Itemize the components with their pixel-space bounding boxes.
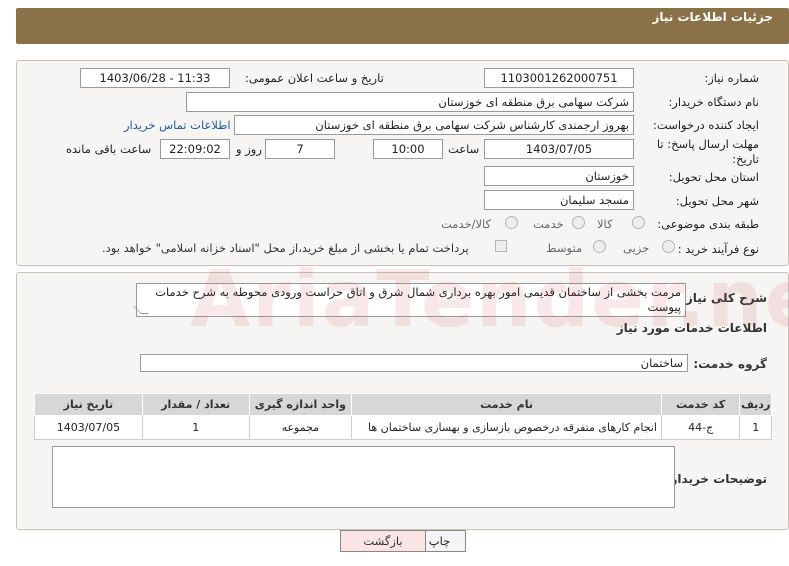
province-field[interactable]: خوزستان [484, 166, 634, 186]
need-number-label: شماره نیاز: [704, 71, 759, 85]
city-field[interactable]: مسجد سلیمان [484, 190, 634, 210]
category-radio-goods-service[interactable] [505, 216, 518, 229]
creator-label: ایجاد کننده درخواست: [653, 118, 759, 132]
cell-service-name: انجام کارهای متفرقه درخصوص بازسازی و بهس… [351, 415, 662, 440]
process-option-medium: متوسط [546, 241, 583, 255]
buyer-org-label: نام دستگاه خریدار: [668, 95, 759, 109]
days-remaining-field[interactable]: 7 [265, 139, 335, 159]
table-row[interactable]: 1 ج-44 انجام کارهای متفرقه درخصوص بازساز… [34, 415, 772, 440]
summary-label: شرح کلی نیاز: [681, 291, 767, 305]
remaining-label: ساعت باقی مانده [66, 142, 152, 156]
deadline-date-field[interactable]: 1403/07/05 [484, 139, 634, 159]
cell-unit: مجموعه [248, 415, 353, 440]
category-label: طبقه بندی موضوعی: [657, 217, 759, 231]
buyer-notes-textarea[interactable] [52, 446, 675, 508]
cell-need-date: 1403/07/05 [34, 415, 143, 440]
buyer-org-field[interactable]: شرکت سهامی برق منطقه ای خوزستان [186, 92, 634, 112]
table-header-row: ردیف کد خدمت نام خدمت واحد اندازه گیری ت… [34, 393, 772, 416]
process-radio-medium[interactable] [593, 240, 606, 253]
services-heading: اطلاعات خدمات مورد نیاز [616, 321, 767, 335]
category-radio-goods[interactable] [632, 216, 645, 229]
col-header-quantity: تعداد / مقدار [141, 393, 250, 416]
cell-service-code: ج-44 [660, 415, 741, 440]
process-radio-minor[interactable] [662, 240, 675, 253]
col-header-service-code: کد خدمت [660, 393, 741, 416]
deadline-label: مهلت ارسال پاسخ: تا تاریخ: [656, 137, 759, 166]
col-header-unit: واحد اندازه گیری [248, 393, 353, 416]
cell-quantity: 1 [141, 415, 250, 440]
announce-label: تاریخ و ساعت اعلان عمومی: [245, 71, 384, 85]
buyer-contact-link[interactable]: اطلاعات تماس خریدار [124, 118, 231, 132]
process-label: نوع فرآیند خرید : [677, 242, 759, 256]
page-title: جزئیات اطلاعات نیاز [652, 10, 773, 24]
announce-field[interactable]: 1403/06/28 - 11:33 [80, 68, 230, 88]
services-table: ردیف کد خدمت نام خدمت واحد اندازه گیری ت… [34, 393, 772, 440]
need-number-field[interactable]: 1103001262000751 [484, 68, 634, 88]
category-option-goods-service: کالا/خدمت [441, 217, 492, 231]
treasury-payment-note: پرداخت تمام یا بخشی از مبلغ خرید،از محل … [102, 241, 469, 255]
category-radio-service[interactable] [572, 216, 585, 229]
creator-field[interactable]: بهروز ارجمندی کارشناس شرکت سهامی برق منط… [234, 115, 634, 135]
city-label: شهر محل تحویل: [675, 194, 759, 208]
process-option-minor: جزیی [623, 241, 650, 255]
category-option-service: خدمت [533, 217, 564, 231]
days-label: روز و [236, 142, 262, 156]
cell-row-number: 1 [739, 415, 772, 440]
remaining-time-field[interactable]: 22:09:02 [160, 139, 230, 159]
service-group-field[interactable]: ساختمان [140, 354, 688, 372]
summary-textarea[interactable]: مرمت بخشی از ساختمان قدیمی امور بهره برد… [136, 283, 686, 317]
deadline-time-label: ساعت [448, 142, 480, 156]
category-option-goods: کالا [597, 217, 613, 231]
col-header-need-date: تاریخ نیاز [34, 393, 143, 416]
service-group-label: گروه خدمت: [693, 357, 767, 371]
buyer-notes-label: توضیحات خریدار: [665, 472, 767, 486]
province-label: استان محل تحویل: [668, 170, 759, 184]
col-header-row-number: ردیف [739, 393, 772, 416]
back-button[interactable]: بازگشت [340, 530, 426, 552]
deadline-time-field[interactable]: 10:00 [373, 139, 443, 159]
treasury-payment-checkbox[interactable] [495, 240, 507, 252]
col-header-service-name: نام خدمت [351, 393, 662, 416]
